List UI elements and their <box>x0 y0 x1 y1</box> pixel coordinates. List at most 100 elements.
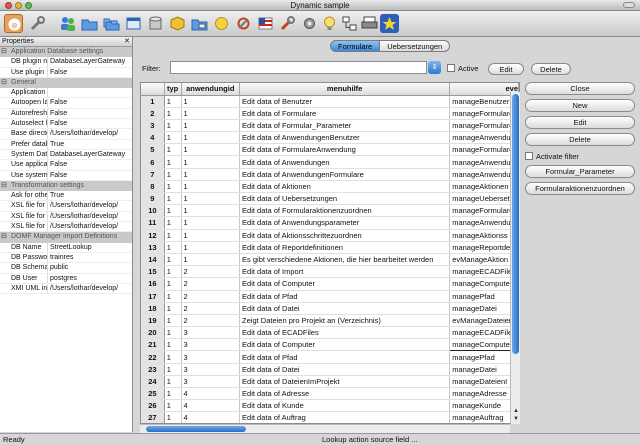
anwendungid-cell[interactable]: 2 <box>181 277 241 291</box>
event-cell[interactable]: manageAnwendu <box>449 168 519 181</box>
menuhilfe-cell[interactable]: Edit data of Datei <box>239 302 451 315</box>
typ-cell[interactable]: 1 <box>164 314 182 328</box>
flag-icon[interactable] <box>256 14 275 33</box>
event-cell[interactable]: manageAnwendu <box>449 216 519 230</box>
menuhilfe-cell[interactable]: Edit data of Benutzer <box>239 95 451 108</box>
column-header-menuhilfe[interactable]: menuhilfe <box>239 83 451 96</box>
menuhilfe-cell[interactable]: Edit data of Anwendungen <box>239 155 451 169</box>
property-value[interactable]: DatabaseLayerGateway <box>48 57 132 66</box>
row-number-cell[interactable]: 26 <box>141 399 165 413</box>
anwendungid-cell[interactable]: 1 <box>181 241 241 254</box>
app-logo-icon[interactable]: ◎ <box>4 14 23 33</box>
property-row[interactable]: DB User postgres <box>0 273 132 284</box>
event-cell[interactable]: manageDateienI <box>449 375 519 389</box>
edit-button[interactable]: Edit <box>525 116 635 129</box>
typ-cell[interactable]: 1 <box>164 204 182 218</box>
table-row[interactable]: 4 1 1 Edit data of AnwendungenBenutzer manag… <box>141 131 519 145</box>
wrench-icon[interactable] <box>28 14 47 33</box>
anwendungid-cell[interactable]: 2 <box>181 314 241 328</box>
scroll-down-icon[interactable]: ▼ <box>511 416 521 424</box>
row-number-cell[interactable]: 12 <box>141 229 165 242</box>
column-header-event[interactable]: eve <box>449 83 519 96</box>
typ-cell[interactable]: 1 <box>164 95 182 108</box>
event-cell[interactable]: manageAktionen <box>449 180 519 194</box>
event-cell[interactable]: manageComputer <box>449 338 519 352</box>
anwendungid-cell[interactable]: 4 <box>181 411 241 423</box>
edit-filter-button[interactable]: Edit <box>488 63 524 75</box>
close-icon[interactable]: ✕ <box>124 37 130 47</box>
typ-cell[interactable]: 1 <box>164 143 182 157</box>
menuhilfe-cell[interactable]: Edit data of Formularaktionenzuordnen <box>239 204 451 218</box>
active-checkbox[interactable] <box>447 64 455 72</box>
typ-cell[interactable]: 1 <box>164 253 182 267</box>
table-row[interactable]: 24 1 3 Edit data of DateienImProjekt manageD… <box>141 375 519 389</box>
menuhilfe-cell[interactable]: Edit data of Anwendungsparameter <box>239 216 451 230</box>
table-row[interactable]: 6 1 1 Edit data of Anwendungen manageAnwendu <box>141 155 519 169</box>
menuhilfe-cell[interactable]: Edit data of Datei <box>239 363 451 376</box>
property-value[interactable]: trainres <box>48 253 132 262</box>
anwendungid-cell[interactable]: 1 <box>181 229 241 242</box>
menuhilfe-cell[interactable]: Zeigt Dateien pro Projekt an (Verzeichni… <box>239 314 451 328</box>
table-row[interactable]: 11 1 1 Edit data of Anwendungsparameter mana… <box>141 216 519 230</box>
row-number-cell[interactable]: 14 <box>141 253 165 267</box>
table-row[interactable]: 13 1 1 Edit data of Reportdefinitionen manag… <box>141 241 519 254</box>
row-number-cell[interactable]: 1 <box>141 95 165 108</box>
menuhilfe-cell[interactable]: Edit data of Kunde <box>239 399 451 413</box>
row-number-cell[interactable]: 15 <box>141 265 165 279</box>
delete-button[interactable]: Delete <box>525 133 635 146</box>
typ-cell[interactable]: 1 <box>164 350 182 364</box>
menuhilfe-cell[interactable]: Edit data of AnwendungenFormulare <box>239 168 451 181</box>
typ-cell[interactable]: 1 <box>164 302 182 315</box>
filter-dropdown-icon[interactable]: ⇕ <box>428 61 441 74</box>
event-cell[interactable]: managePfad <box>449 290 519 303</box>
column-header-anwendungid[interactable]: anwendungid <box>181 83 241 96</box>
new-button[interactable]: New <box>525 99 635 112</box>
typ-cell[interactable]: 1 <box>164 216 182 230</box>
property-value[interactable]: False <box>48 160 132 169</box>
row-number-cell[interactable]: 24 <box>141 375 165 389</box>
menuhilfe-cell[interactable]: Edit data of Import <box>239 265 451 279</box>
users-icon[interactable] <box>58 14 77 33</box>
row-number-cell[interactable]: 3 <box>141 119 165 133</box>
property-value[interactable]: True <box>48 191 132 200</box>
row-number-cell[interactable]: 19 <box>141 314 165 328</box>
property-value[interactable]: /Users/lothar/develop/ <box>48 212 132 221</box>
cylinder-icon[interactable] <box>146 14 165 33</box>
anwendungid-cell[interactable]: 1 <box>181 168 241 181</box>
anwendungid-cell[interactable]: 1 <box>181 107 241 120</box>
property-value[interactable]: StreetLookup <box>48 243 132 252</box>
wrench-gear-icon[interactable] <box>234 14 253 33</box>
gear-icon[interactable] <box>300 14 319 33</box>
window-zoom-button[interactable] <box>25 2 32 9</box>
table-row[interactable]: 14 1 1 Es gibt verschiedene Aktionen, die h… <box>141 253 519 267</box>
menuhilfe-cell[interactable]: Edit data of Pfad <box>239 290 451 303</box>
property-value[interactable]: public <box>48 263 132 272</box>
menuhilfe-cell[interactable]: Edit data of Computer <box>239 338 451 352</box>
event-cell[interactable]: managePfad <box>449 350 519 364</box>
row-number-cell[interactable]: 20 <box>141 326 165 340</box>
property-value[interactable]: False <box>48 109 132 118</box>
property-value[interactable]: False <box>48 171 132 180</box>
row-number-cell[interactable]: 16 <box>141 277 165 291</box>
anwendungid-cell[interactable]: 1 <box>181 143 241 157</box>
typ-cell[interactable]: 1 <box>164 290 182 303</box>
row-number-cell[interactable]: 4 <box>141 131 165 145</box>
event-cell[interactable]: manageFormulare <box>449 143 519 157</box>
anwendungid-cell[interactable]: 3 <box>181 338 241 352</box>
event-cell[interactable]: manageAnwendu <box>449 155 519 169</box>
property-value[interactable]: postgres <box>48 274 132 283</box>
typ-cell[interactable]: 1 <box>164 411 182 423</box>
property-row[interactable]: XSL file for sys/Users/lothar/develop/ <box>0 222 132 233</box>
anwendungid-cell[interactable]: 1 <box>181 216 241 230</box>
typ-cell[interactable]: 1 <box>164 338 182 352</box>
anwendungid-cell[interactable]: 1 <box>181 155 241 169</box>
anwendungid-cell[interactable]: 1 <box>181 119 241 133</box>
table-row[interactable]: 8 1 1 Edit data of Aktionen manageAktionen <box>141 180 519 194</box>
delete-filter-button[interactable]: Delete <box>531 63 571 75</box>
table-row[interactable]: 2 1 1 Edit data of Formulare manageFormulare <box>141 107 519 120</box>
event-cell[interactable]: manageKunde <box>449 399 519 413</box>
property-row[interactable]: Ask for other True <box>0 191 132 202</box>
property-group[interactable]: Transformation settings <box>0 180 132 192</box>
property-value[interactable]: True <box>48 140 132 149</box>
property-value[interactable]: /Users/lothar/develop/ <box>48 284 132 293</box>
